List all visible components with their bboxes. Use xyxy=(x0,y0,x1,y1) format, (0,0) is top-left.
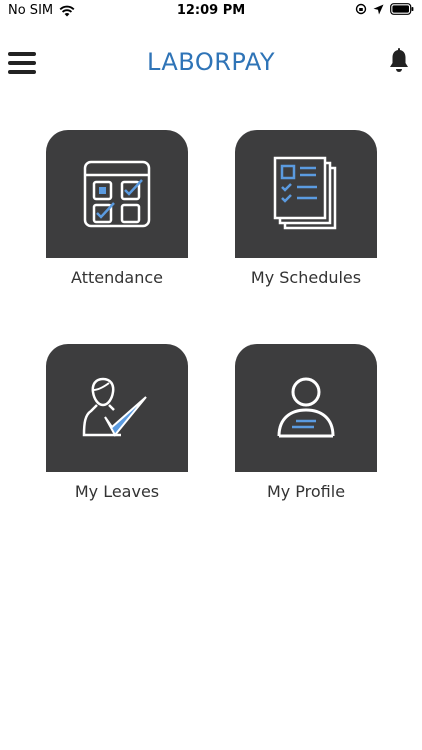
my-leaves-tile[interactable]: My Leaves xyxy=(44,344,190,501)
attendance-calendar-icon xyxy=(83,160,151,228)
leave-person-check-icon xyxy=(82,377,147,437)
notification-bell-icon[interactable] xyxy=(388,48,410,74)
status-right xyxy=(355,3,414,15)
my-profile-tile[interactable]: My Profile xyxy=(233,344,379,501)
attendance-tile-box xyxy=(46,130,188,258)
my-schedules-label: My Schedules xyxy=(250,268,362,287)
my-profile-label: My Profile xyxy=(266,482,346,501)
attendance-label: Attendance xyxy=(71,268,163,287)
my-profile-tile-box xyxy=(235,344,377,472)
profile-person-icon xyxy=(277,377,335,438)
status-bar: No SIM 12:09 PM xyxy=(0,0,422,24)
my-schedules-tile[interactable]: My Schedules xyxy=(233,130,379,287)
battery-icon xyxy=(390,3,414,15)
app-header: LABORPAY xyxy=(0,40,422,86)
my-leaves-tile-box xyxy=(46,344,188,472)
my-schedules-tile-box xyxy=(235,130,377,258)
my-leaves-label: My Leaves xyxy=(74,482,160,501)
orientation-lock-icon xyxy=(355,3,367,15)
schedules-document-icon xyxy=(273,156,337,230)
app-title: LABORPAY xyxy=(146,48,276,76)
location-arrow-icon xyxy=(373,4,384,14)
attendance-tile[interactable]: Attendance xyxy=(44,130,190,287)
